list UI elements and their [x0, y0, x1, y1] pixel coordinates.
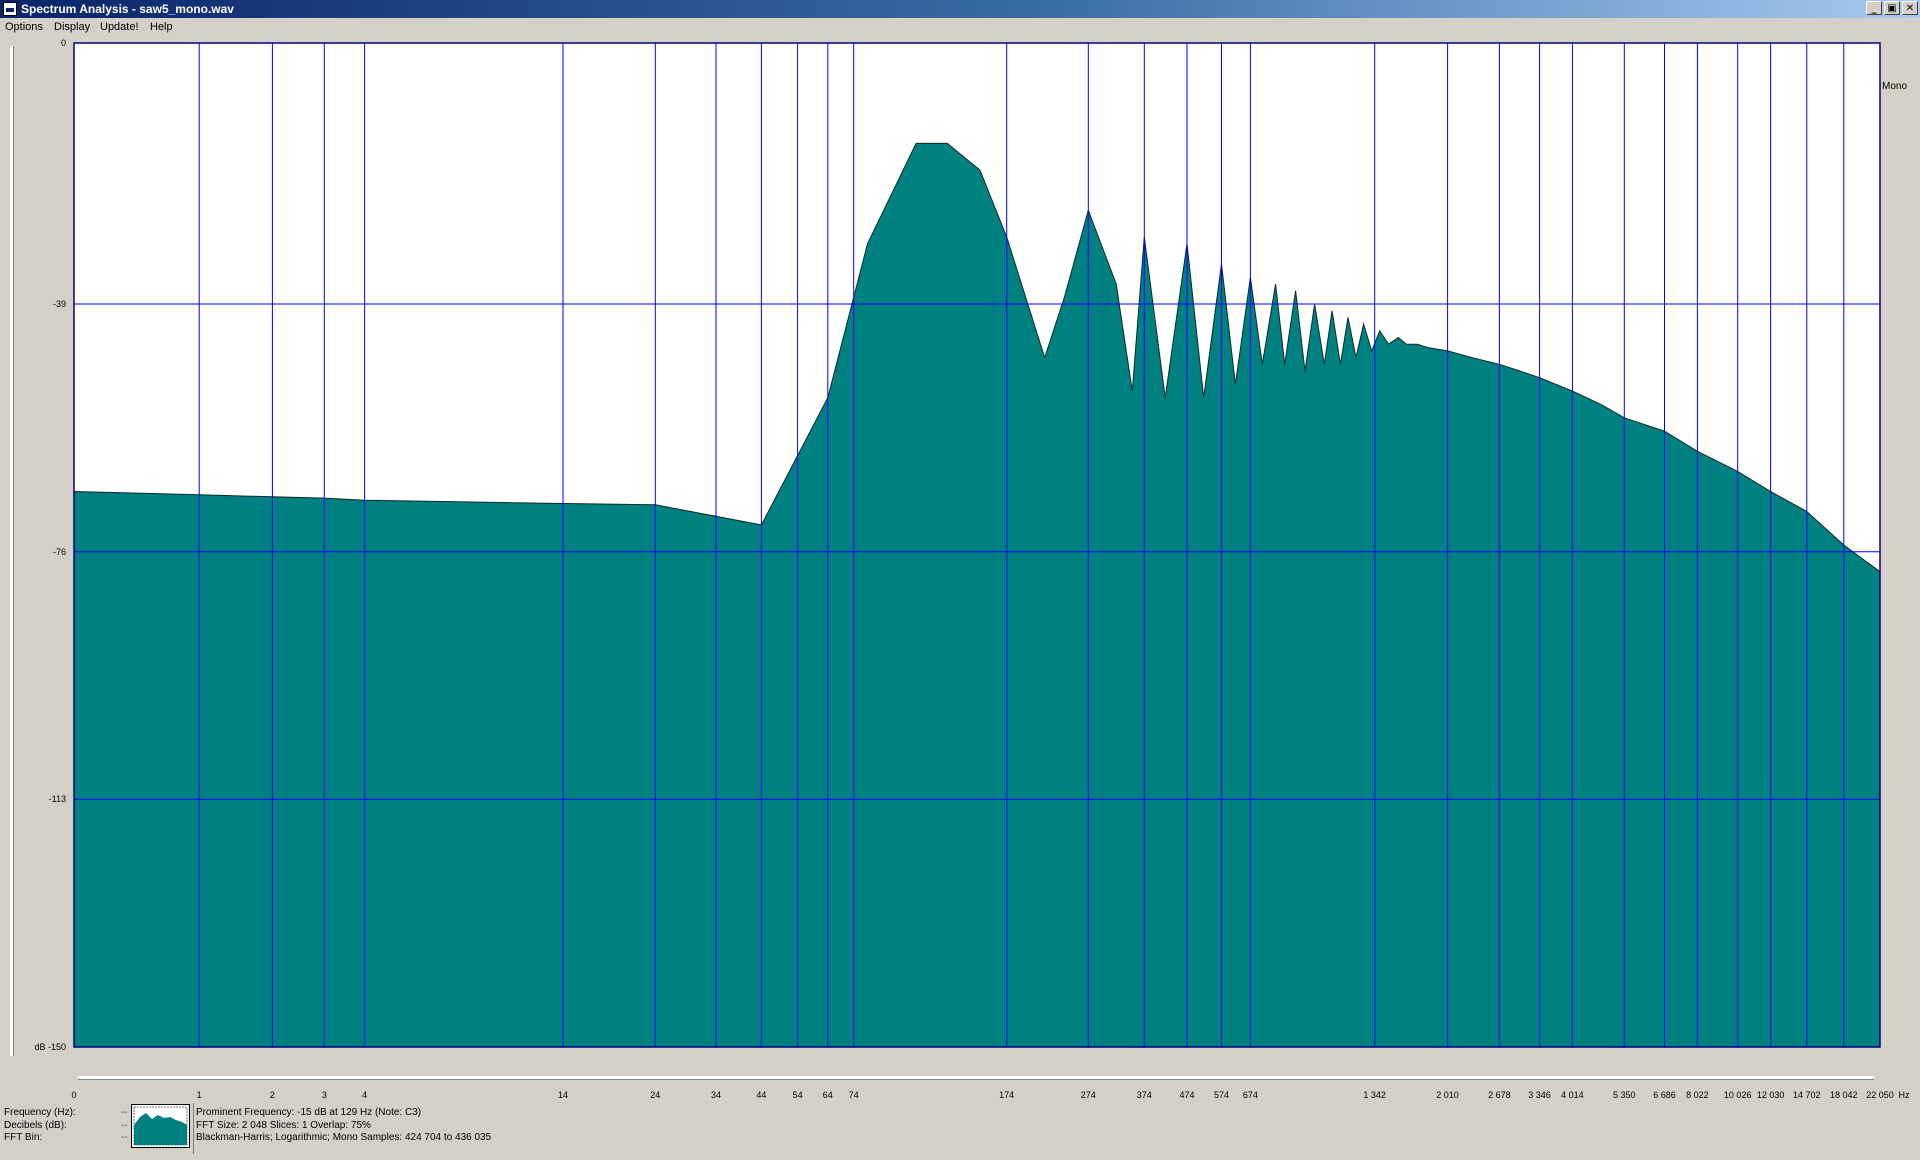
title-bar: Spectrum Analysis - saw5_mono.wav _ ▣ ✕ — [0, 0, 1920, 18]
x-tick-label: 4 — [362, 1090, 368, 1100]
menu-options[interactable]: Options — [5, 21, 43, 33]
window-title: Spectrum Analysis - saw5_mono.wav — [21, 2, 234, 16]
x-tick-label: 1 342 — [1363, 1090, 1386, 1100]
x-tick-label: 18 042 — [1830, 1090, 1858, 1100]
y-tick-label: 0 — [60, 38, 66, 48]
x-tick-label: 22 050 — [1866, 1090, 1894, 1100]
fft-info-text: FFT Size: 2 048 Slices: 1 Overlap: 75% — [196, 1119, 371, 1131]
x-tick-label: 1 — [196, 1090, 202, 1100]
x-tick-label: 64 — [822, 1090, 833, 1100]
x-tick-label: 574 — [1213, 1090, 1229, 1100]
x-tick-label: 10 026 — [1723, 1090, 1752, 1100]
prominent-frequency-text: Prominent Frequency: -15 dB at 129 Hz (N… — [196, 1107, 422, 1118]
x-tick-label: 6 686 — [1653, 1090, 1676, 1100]
y-tick-label: -76 — [52, 546, 66, 557]
x-tick-label: 34 — [711, 1090, 722, 1100]
window-info-text: Blackman-Harris; Logarithmic; Mono Sampl… — [196, 1132, 492, 1143]
menu-update[interactable]: Update! — [100, 21, 139, 33]
spectrum-thumbnail[interactable] — [131, 1104, 190, 1148]
menu-help[interactable]: Help — [150, 21, 173, 33]
horizontal-zoom-scrollbar[interactable] — [78, 1076, 1874, 1080]
spectrum-app-icon[interactable] — [3, 2, 17, 16]
x-tick-label: 4 014 — [1561, 1090, 1584, 1100]
minimize-button[interactable]: _ — [1866, 1, 1882, 15]
frequency-label: Frequency (Hz): — [4, 1107, 76, 1118]
restore-button[interactable]: ▣ — [1884, 1, 1900, 15]
status-panel: Frequency (Hz): -- Decibels (dB): -- FFT B… — [0, 1100, 1920, 1160]
spectrum-chart[interactable] — [0, 37, 1920, 1097]
x-tick-label: 44 — [756, 1090, 767, 1100]
close-button[interactable]: ✕ — [1902, 1, 1918, 15]
x-tick-label: 0 — [71, 1090, 77, 1100]
status-separator — [193, 1103, 194, 1154]
y-tick-label: dB -150 — [34, 1042, 66, 1052]
x-tick-label: 2 678 — [1488, 1090, 1511, 1100]
x-tick-label: 12 030 — [1756, 1090, 1785, 1100]
x-tick-label: 3 346 — [1528, 1090, 1551, 1100]
x-tick-label: 374 — [1136, 1090, 1152, 1100]
fft-bin-label: FFT Bin: — [4, 1132, 43, 1143]
x-tick-label: 14 702 — [1793, 1090, 1821, 1100]
x-tick-label: 2 — [269, 1090, 275, 1100]
y-tick-label: -39 — [52, 299, 66, 310]
decibels-value: -- — [121, 1119, 128, 1131]
fft-bin-value: -- — [121, 1132, 128, 1143]
x-tick-label: 274 — [1080, 1090, 1096, 1100]
x-tick-label: 14 — [558, 1090, 569, 1100]
x-tick-label: 2 010 — [1436, 1090, 1459, 1100]
x-tick-label: 74 — [848, 1090, 859, 1100]
x-tick-label: 5 350 — [1613, 1090, 1636, 1100]
x-tick-label: 3 — [321, 1090, 327, 1100]
x-tick-label: 474 — [1179, 1090, 1195, 1100]
spectrum-plot-area[interactable]: 0 -39 -76 -113 dB -150 0 1 2 3 4 14 24 34 44 54 64 74 17… — [0, 37, 1920, 1100]
frequency-value: -- — [121, 1107, 128, 1118]
x-tick-label: 8 022 — [1686, 1090, 1709, 1100]
y-tick-label: -113 — [48, 794, 66, 805]
x-tick-label: 24 — [650, 1090, 661, 1100]
menu-display[interactable]: Display — [54, 21, 90, 33]
decibels-label: Decibels (dB): — [4, 1119, 67, 1131]
channel-label: Mono — [1882, 81, 1908, 92]
x-tick-label: 174 — [999, 1090, 1015, 1100]
menu-bar: Options Display Update! Help — [0, 18, 1920, 37]
x-tick-label: 54 — [792, 1090, 803, 1100]
x-tick-label: 674 — [1242, 1090, 1258, 1100]
x-axis-unit-label: Hz — [1898, 1090, 1910, 1100]
